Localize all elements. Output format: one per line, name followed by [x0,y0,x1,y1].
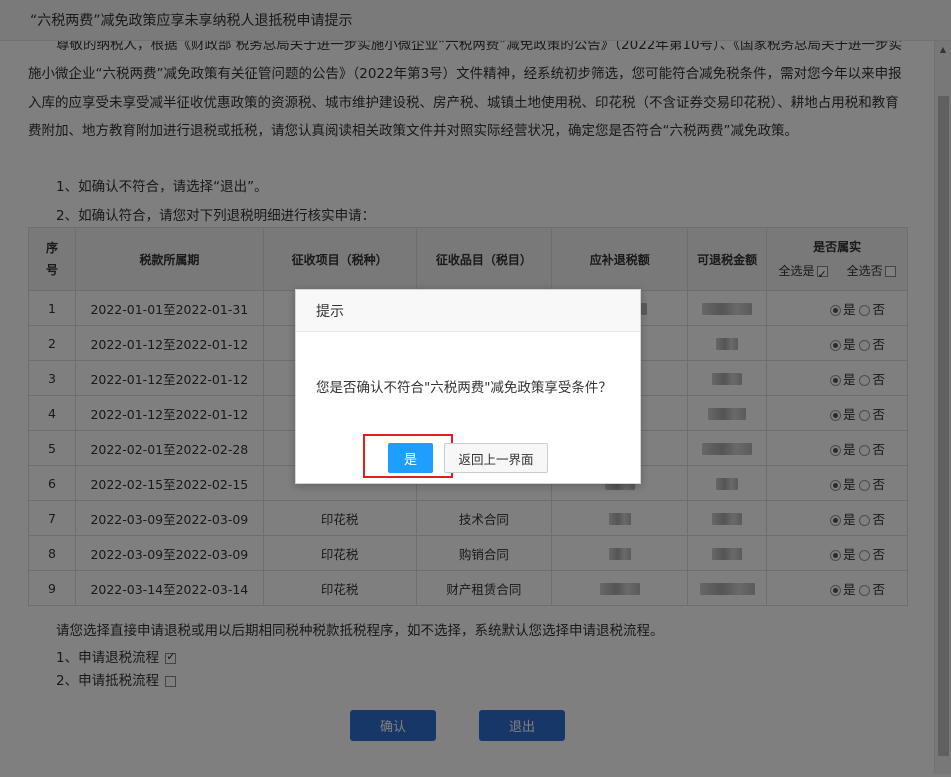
dialog-back-button[interactable]: 返回上一界面 [444,443,548,473]
dialog-message: 您是否确认不符合"六税两费"减免政策享受条件？ [316,380,612,396]
dialog-title: 提示 [296,290,640,332]
dialog-yes-button[interactable]: 是 [388,443,433,473]
confirm-dialog: 提示 您是否确认不符合"六税两费"减免政策享受条件？ 是 返回上一界面 [295,289,641,484]
